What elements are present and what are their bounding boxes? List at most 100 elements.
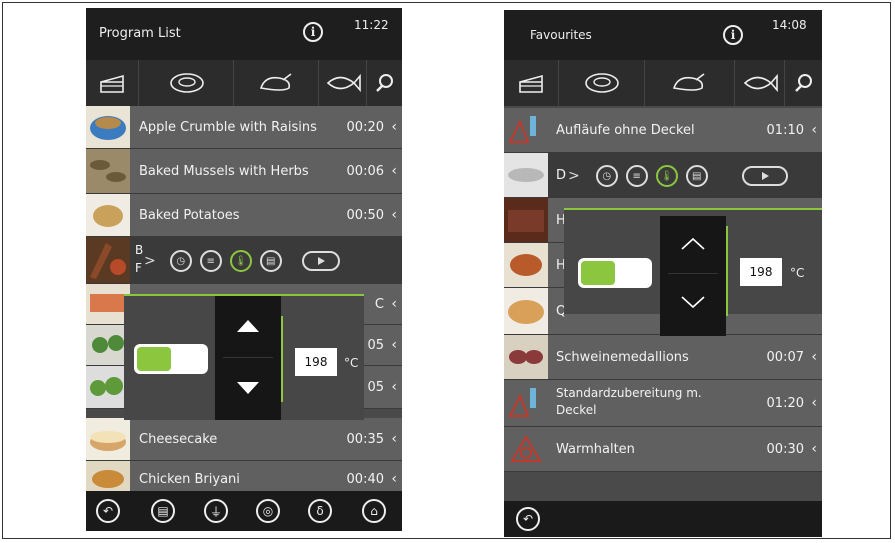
- back-icon[interactable]: ↶: [96, 499, 120, 523]
- dish-thumbnail: [86, 461, 130, 491]
- dish-shape: [90, 380, 106, 396]
- increase-button[interactable]: [660, 216, 726, 272]
- steam-icon[interactable]: ▤: [259, 250, 282, 272]
- list-item[interactable]: Cheesecake 00:35 ‹: [86, 418, 402, 461]
- cake-icon[interactable]: [86, 60, 138, 106]
- item-duration: 00:30: [766, 441, 804, 457]
- chevron-left-icon[interactable]: ‹: [811, 427, 817, 471]
- temperature-value[interactable]: 198: [740, 258, 782, 286]
- play-button[interactable]: [741, 166, 788, 186]
- plate-icon[interactable]: ◎: [256, 499, 280, 523]
- dish-shape: [90, 294, 126, 312]
- decrease-button[interactable]: [215, 358, 281, 418]
- item-name: Aufläufe ohne Deckel: [556, 122, 695, 138]
- dish-thumbnail: [504, 243, 548, 287]
- menu-icon[interactable]: ≡: [625, 165, 648, 187]
- spinner-accent: [726, 226, 728, 316]
- temperature-toggle[interactable]: [134, 344, 208, 374]
- list-item[interactable]: Warmhalten 00:30 ‹: [504, 427, 822, 472]
- dish-shape: [508, 210, 544, 232]
- program-icon: [504, 108, 548, 152]
- cake-icon[interactable]: [504, 60, 558, 106]
- dish-thumbnail: [504, 335, 548, 379]
- fish-icon[interactable]: [734, 60, 785, 106]
- list-item[interactable]: Baked Potatoes 00:50 ‹: [86, 194, 402, 237]
- dish-thumbnail: [86, 418, 130, 460]
- thermometer-icon[interactable]: 🌡: [229, 250, 252, 272]
- chevron-left-icon[interactable]: ‹: [811, 380, 817, 426]
- dish-thumbnail: [86, 106, 130, 148]
- dish-thumbnail: [504, 153, 548, 197]
- temperature-spinner: [660, 216, 728, 336]
- dish-shape: [93, 205, 123, 227]
- list-item[interactable]: Schweinemedallions 00:07 ‹: [504, 335, 822, 380]
- steam-icon[interactable]: ▤: [685, 165, 708, 187]
- item-duration: 01:10: [766, 122, 804, 138]
- item-duration: 00:35: [346, 431, 384, 447]
- dish-thumbnail: [86, 149, 130, 193]
- chevron-left-icon[interactable]: ‹: [391, 467, 397, 491]
- chevron-left-icon[interactable]: ‹: [391, 149, 397, 193]
- control-bar: > ◷ ≡ 🌡 ▤: [568, 160, 822, 192]
- list-item[interactable]: Chicken Briyani 00:40 ‹: [86, 461, 402, 492]
- info-icon[interactable]: i: [723, 25, 743, 45]
- list-item[interactable]: Standardzubereitung m. Deckel 01:20 ‹: [504, 380, 822, 427]
- item-duration: 00:50: [346, 207, 384, 223]
- list-item[interactable]: Aufläufe ohne Deckel 01:10 ‹: [504, 108, 822, 153]
- poultry-icon[interactable]: [233, 60, 319, 106]
- header: Favourites i 14:08: [504, 10, 822, 60]
- item-name: Baked Potatoes: [139, 207, 240, 223]
- back-icon[interactable]: ↶: [516, 507, 540, 531]
- info-icon[interactable]: i: [303, 22, 323, 42]
- cloche-icon[interactable]: ⌂: [362, 499, 386, 523]
- delta-t-icon[interactable]: δ: [308, 499, 332, 523]
- chevron-right-icon[interactable]: >: [144, 253, 156, 269]
- dish-thumbnail: [86, 237, 130, 283]
- thermometer-icon[interactable]: 🌡: [655, 165, 678, 187]
- list-item[interactable]: Apple Crumble with Raisins 00:20 ‹: [86, 106, 402, 149]
- steam-icon[interactable]: ▤: [151, 499, 175, 523]
- dish-shape: [508, 168, 544, 182]
- category-bar: [504, 60, 822, 106]
- chevron-right-icon[interactable]: >: [568, 168, 580, 184]
- chevron-down-icon: [681, 296, 705, 309]
- program-icon: [504, 380, 548, 426]
- increase-button[interactable]: [215, 296, 281, 356]
- chevron-left-icon[interactable]: ‹: [391, 284, 397, 324]
- chevron-left-icon[interactable]: ‹: [391, 325, 397, 365]
- play-button[interactable]: [301, 251, 340, 271]
- item-name: Schweinemedallions: [556, 349, 689, 365]
- search-icon[interactable]: [366, 60, 402, 106]
- bottom-toolbar: ↶: [504, 501, 822, 537]
- poultry-icon[interactable]: [644, 60, 735, 106]
- temperature-unit: °C: [344, 356, 359, 370]
- chevron-left-icon[interactable]: ‹: [391, 106, 397, 148]
- fish-icon[interactable]: [318, 60, 367, 106]
- temperature-toggle[interactable]: [578, 258, 652, 288]
- core-temp-icon[interactable]: ⏚: [204, 499, 228, 523]
- item-duration: 01:20: [766, 395, 804, 411]
- control-bar: > ◷ ≡ 🌡 ▤: [144, 244, 402, 278]
- dish-shape: [92, 337, 108, 353]
- timer-icon[interactable]: ◷: [595, 165, 618, 187]
- item-duration: C: [374, 296, 384, 312]
- meat-icon[interactable]: [558, 60, 645, 106]
- temperature-panel: 198 °C: [124, 294, 364, 420]
- timer-icon[interactable]: ◷: [169, 250, 192, 272]
- search-icon[interactable]: [784, 60, 822, 106]
- dish-shape: [106, 172, 126, 182]
- dish-shape: [509, 350, 527, 364]
- chevron-left-icon[interactable]: ‹: [811, 335, 817, 379]
- category-bar: [86, 60, 402, 106]
- temperature-value[interactable]: 198: [295, 348, 337, 376]
- decrease-button[interactable]: [660, 274, 726, 330]
- menu-icon[interactable]: ≡: [199, 250, 222, 272]
- chevron-left-icon[interactable]: ‹: [391, 194, 397, 236]
- chevron-left-icon[interactable]: ‹: [811, 108, 817, 152]
- chevron-left-icon[interactable]: ‹: [391, 366, 397, 408]
- item-name-line2: Deckel: [556, 403, 597, 417]
- list-item[interactable]: Baked Mussels with Herbs 00:06 ‹: [86, 149, 402, 194]
- meat-icon[interactable]: [138, 60, 234, 106]
- favourites-screen: Favourites i 14:08 Aufläufe ohne Deckel …: [504, 10, 822, 537]
- chevron-left-icon[interactable]: ‹: [391, 418, 397, 460]
